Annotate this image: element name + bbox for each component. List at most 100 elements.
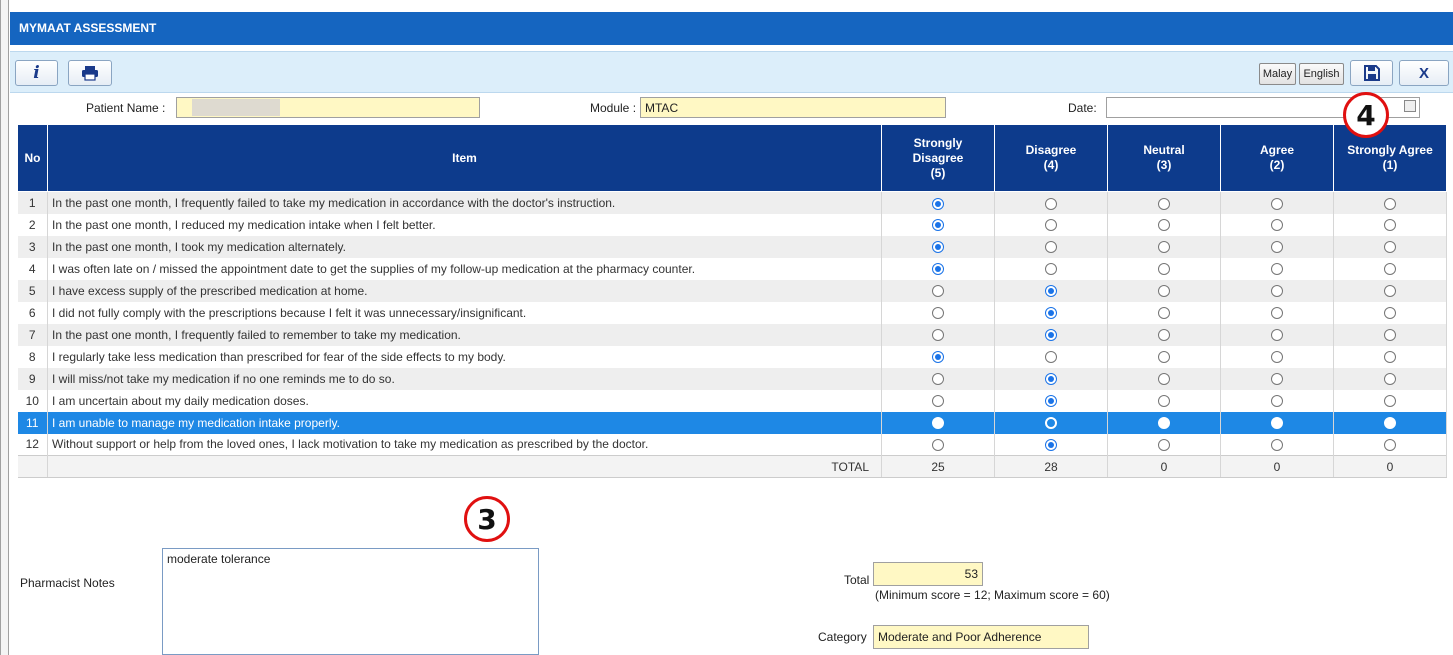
table-row[interactable]: 4I was often late on / missed the appoin… bbox=[17, 257, 1447, 280]
table-row[interactable]: 7 In the past one month, I frequently fai… bbox=[17, 323, 1447, 346]
save-button[interactable] bbox=[1350, 60, 1393, 86]
radio-strongly-disagree[interactable] bbox=[932, 241, 944, 254]
radio-disagree[interactable] bbox=[1045, 263, 1057, 276]
radio-agree[interactable] bbox=[1271, 395, 1283, 408]
radio-strongly-agree[interactable] bbox=[1384, 219, 1396, 232]
radio-neutral[interactable] bbox=[1158, 417, 1170, 430]
radio-strongly-agree[interactable] bbox=[1384, 417, 1396, 430]
col-strongly-disagree: Strongly Disagree (5) bbox=[881, 124, 995, 192]
radio-strongly-disagree[interactable] bbox=[932, 219, 944, 232]
table-row[interactable]: 2 In the past one month, I reduced my med… bbox=[17, 213, 1447, 236]
assessment-window: MYMAAT ASSESSMENT i Malay English X Pati… bbox=[0, 0, 1453, 655]
radio-neutral[interactable] bbox=[1158, 373, 1170, 386]
english-button[interactable]: English bbox=[1299, 63, 1344, 85]
radio-strongly-disagree[interactable] bbox=[932, 417, 944, 430]
close-button[interactable]: X bbox=[1399, 60, 1449, 86]
radio-strongly-disagree[interactable] bbox=[932, 197, 944, 210]
cell-agree bbox=[1220, 411, 1334, 434]
radio-agree[interactable] bbox=[1271, 439, 1283, 452]
radio-disagree[interactable] bbox=[1045, 373, 1057, 386]
module-field[interactable]: MTAC bbox=[640, 97, 946, 118]
radio-agree[interactable] bbox=[1271, 329, 1283, 342]
radio-neutral[interactable] bbox=[1158, 395, 1170, 408]
print-button[interactable] bbox=[68, 60, 112, 86]
radio-agree[interactable] bbox=[1271, 307, 1283, 320]
radio-strongly-disagree[interactable] bbox=[932, 285, 944, 298]
radio-neutral[interactable] bbox=[1158, 241, 1170, 254]
pharmacist-notes-input[interactable] bbox=[162, 548, 539, 655]
row-number: 12 bbox=[17, 433, 48, 456]
radio-neutral[interactable] bbox=[1158, 307, 1170, 320]
malay-button[interactable]: Malay bbox=[1259, 63, 1296, 85]
table-row[interactable]: 3 In the past one month, I took my medica… bbox=[17, 235, 1447, 258]
radio-agree[interactable] bbox=[1271, 373, 1283, 386]
table-row[interactable]: 11 I am unable to manage my medication in… bbox=[17, 411, 1447, 434]
row-number: 5 bbox=[17, 279, 48, 302]
radio-strongly-agree[interactable] bbox=[1384, 351, 1396, 364]
radio-agree[interactable] bbox=[1271, 241, 1283, 254]
radio-strongly-disagree[interactable] bbox=[932, 373, 944, 386]
table-row[interactable]: 5I have excess supply of the prescribed … bbox=[17, 279, 1447, 302]
radio-strongly-disagree[interactable] bbox=[932, 307, 944, 320]
radio-agree[interactable] bbox=[1271, 417, 1283, 430]
radio-disagree[interactable] bbox=[1045, 329, 1057, 342]
radio-disagree[interactable] bbox=[1045, 351, 1057, 364]
table-row[interactable]: 8I regularly take less medication than p… bbox=[17, 345, 1447, 368]
radio-disagree[interactable] bbox=[1045, 197, 1057, 210]
info-button[interactable]: i bbox=[15, 60, 58, 86]
radio-disagree[interactable] bbox=[1045, 219, 1057, 232]
table-row[interactable]: 6I did not fully comply with the prescri… bbox=[17, 301, 1447, 324]
table-row[interactable]: 10 I am uncertain about my daily medicati… bbox=[17, 389, 1447, 412]
cell-neutral bbox=[1107, 367, 1221, 390]
cell-neutral bbox=[1107, 389, 1221, 412]
radio-agree[interactable] bbox=[1271, 351, 1283, 364]
radio-neutral[interactable] bbox=[1158, 439, 1170, 452]
radio-strongly-disagree[interactable] bbox=[932, 329, 944, 342]
row-item-text: In the past one month, I took my medicat… bbox=[47, 235, 882, 258]
radio-neutral[interactable] bbox=[1158, 197, 1170, 210]
radio-neutral[interactable] bbox=[1158, 219, 1170, 232]
radio-agree[interactable] bbox=[1271, 263, 1283, 276]
total-agree: 0 bbox=[1220, 455, 1334, 478]
radio-agree[interactable] bbox=[1271, 197, 1283, 210]
table-row[interactable]: 1 In the past one month, I frequently fai… bbox=[17, 191, 1447, 214]
radio-agree[interactable] bbox=[1271, 219, 1283, 232]
radio-neutral[interactable] bbox=[1158, 263, 1170, 276]
radio-strongly-disagree[interactable] bbox=[932, 263, 944, 276]
radio-disagree[interactable] bbox=[1045, 285, 1057, 298]
radio-strongly-agree[interactable] bbox=[1384, 329, 1396, 342]
row-number: 10 bbox=[17, 389, 48, 412]
radio-strongly-agree[interactable] bbox=[1384, 373, 1396, 386]
pharmacist-notes-label: Pharmacist Notes bbox=[20, 576, 115, 590]
radio-strongly-agree[interactable] bbox=[1384, 241, 1396, 254]
radio-strongly-agree[interactable] bbox=[1384, 263, 1396, 276]
cell-neutral bbox=[1107, 213, 1221, 236]
radio-strongly-disagree[interactable] bbox=[932, 395, 944, 408]
row-item-text: In the past one month, I frequently fail… bbox=[47, 323, 882, 346]
radio-strongly-disagree[interactable] bbox=[932, 351, 944, 364]
radio-agree[interactable] bbox=[1271, 285, 1283, 298]
radio-strongly-disagree[interactable] bbox=[932, 439, 944, 452]
radio-strongly-agree[interactable] bbox=[1384, 285, 1396, 298]
radio-neutral[interactable] bbox=[1158, 329, 1170, 342]
radio-strongly-agree[interactable] bbox=[1384, 307, 1396, 320]
table-row[interactable]: 9I will miss/not take my medication if n… bbox=[17, 367, 1447, 390]
col-disagree: Disagree (4) bbox=[994, 124, 1108, 192]
patient-header: Patient Name : Module : MTAC Date: bbox=[10, 95, 1453, 121]
radio-disagree[interactable] bbox=[1045, 417, 1057, 430]
cell-agree bbox=[1220, 279, 1334, 302]
radio-neutral[interactable] bbox=[1158, 351, 1170, 364]
calendar-icon[interactable] bbox=[1404, 100, 1416, 112]
radio-disagree[interactable] bbox=[1045, 439, 1057, 452]
radio-strongly-agree[interactable] bbox=[1384, 395, 1396, 408]
radio-disagree[interactable] bbox=[1045, 241, 1057, 254]
radio-strongly-agree[interactable] bbox=[1384, 439, 1396, 452]
cell-agree bbox=[1220, 213, 1334, 236]
table-row[interactable]: 12 Without support or help from the loved… bbox=[17, 433, 1447, 456]
radio-strongly-agree[interactable] bbox=[1384, 197, 1396, 210]
radio-disagree[interactable] bbox=[1045, 307, 1057, 320]
radio-neutral[interactable] bbox=[1158, 285, 1170, 298]
cell-strongly-disagree bbox=[881, 345, 995, 368]
cell-agree bbox=[1220, 257, 1334, 280]
radio-disagree[interactable] bbox=[1045, 395, 1057, 408]
